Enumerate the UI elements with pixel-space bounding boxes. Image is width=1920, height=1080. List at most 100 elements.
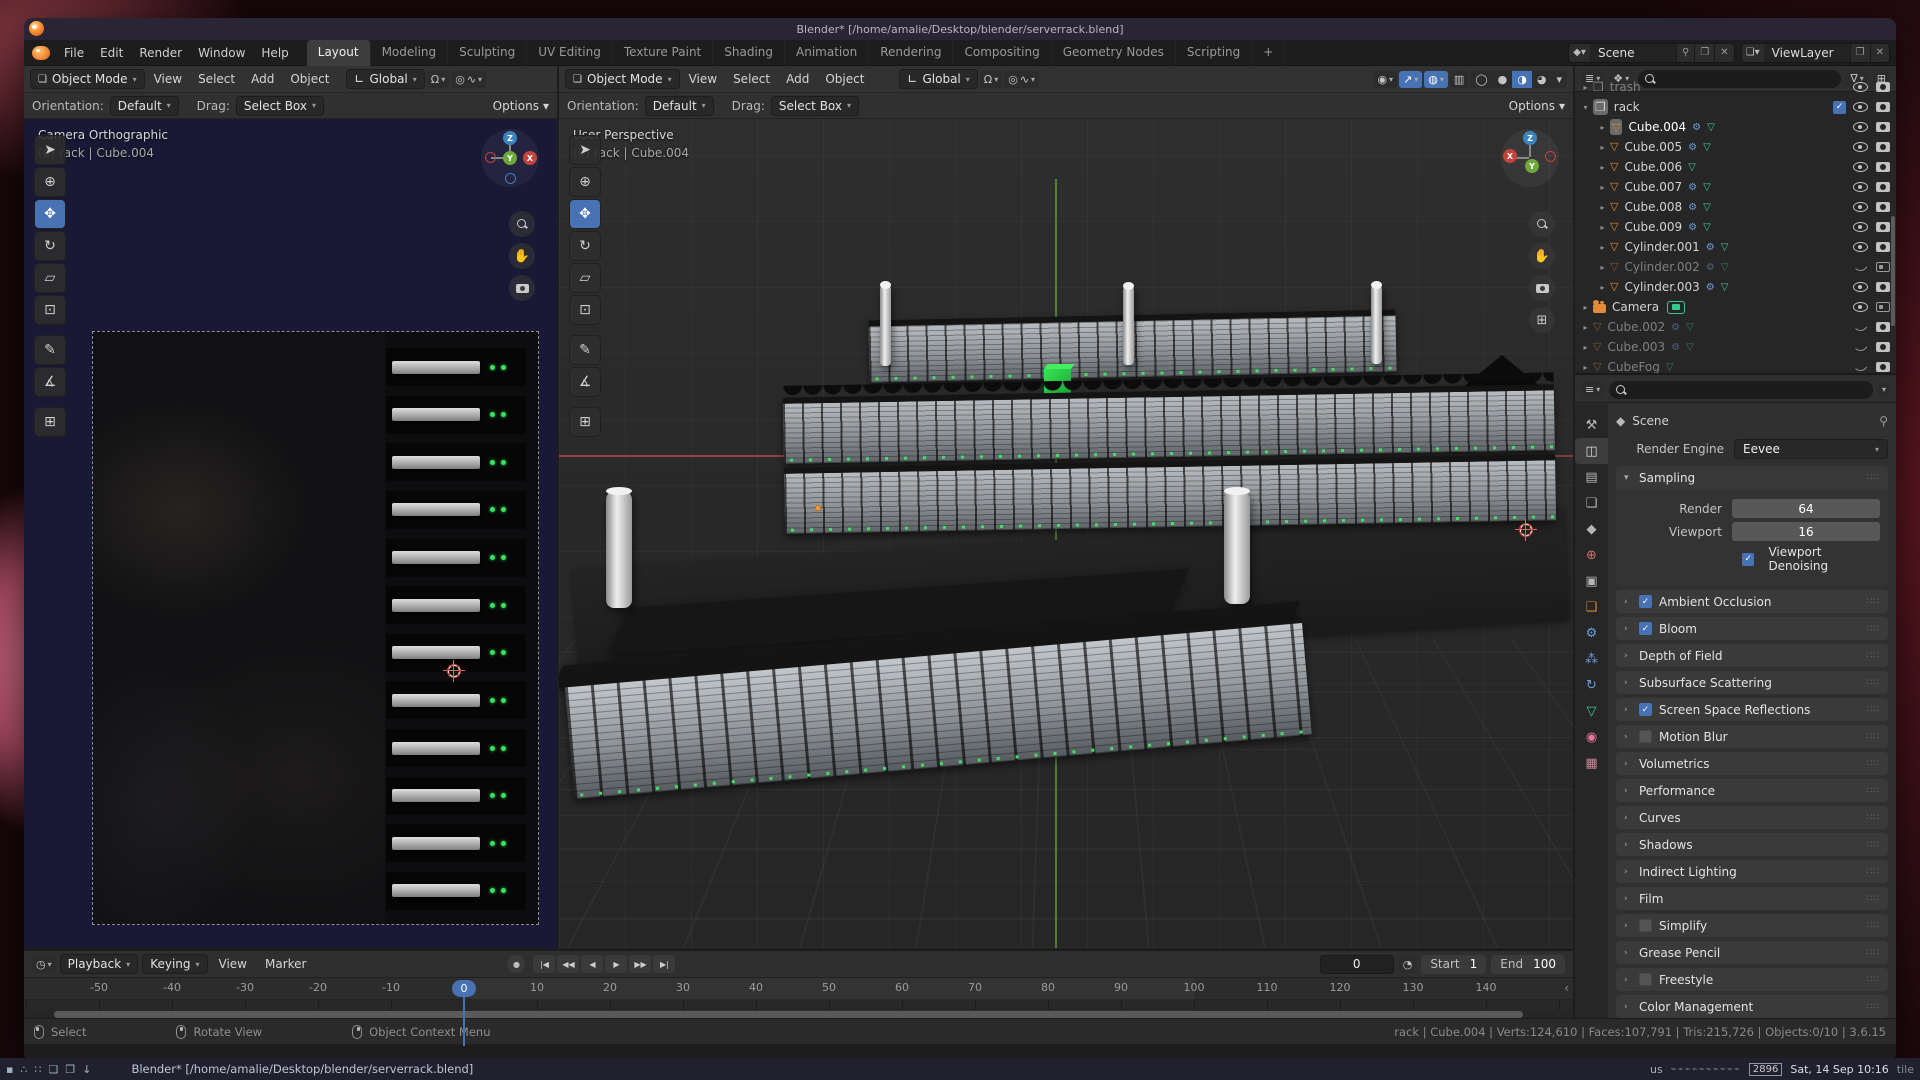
menu-help[interactable]: Help (253, 43, 296, 63)
outliner-row-cylinder.003[interactable]: ▸▽Cylinder.003⚙▽ (1575, 277, 1896, 297)
camera-view-icon[interactable] (509, 275, 535, 301)
cursor-tool[interactable]: ⊕ (34, 167, 66, 197)
expand-icon[interactable]: ▸ (1596, 223, 1609, 232)
properties-tab-view-layer[interactable]: ❏ (1575, 490, 1608, 516)
properties-tab-particles[interactable]: ⁂ (1575, 646, 1608, 672)
outliner-row-cube.003[interactable]: ▸▽Cube.003⚙▽ (1575, 337, 1896, 357)
transform-tool[interactable]: ⊡ (34, 295, 66, 325)
section-checkbox[interactable]: ✓ (1639, 730, 1652, 743)
outliner-scrollbar[interactable] (1891, 216, 1895, 326)
ts-drag-dropdown[interactable]: Select Box▾ (236, 96, 324, 116)
camera-view-canvas[interactable]: Camera Orthographic (0) rack | Cube.004 … (24, 119, 557, 948)
sampling-viewport-field[interactable]: 16 (1732, 522, 1880, 541)
axis-gizmo[interactable]: Z X Y (1501, 129, 1559, 187)
section-simplify[interactable]: ›✓Simplify∷∷ (1616, 914, 1888, 937)
expand-icon[interactable]: ▸ (1579, 363, 1592, 372)
render-toggle-icon[interactable] (1876, 142, 1890, 152)
render-toggle-icon[interactable] (1876, 342, 1890, 352)
properties-tab-object-data[interactable]: ▽ (1575, 698, 1608, 724)
scale-tool[interactable]: ▱ (34, 263, 66, 293)
orientation-dropdown[interactable]: ∟Global▾ (346, 69, 424, 89)
mode-dropdown[interactable]: ❏Object Mode▾ (30, 69, 145, 89)
taskbar-icon-5[interactable]: ↓ (82, 1063, 91, 1076)
pin-icon[interactable]: ⚲ (1879, 414, 1888, 428)
expand-icon[interactable]: ▾ (1579, 103, 1592, 112)
ts-drag-dropdown[interactable]: Select Box▾ (771, 96, 859, 116)
eye-toggle-icon[interactable] (1853, 202, 1868, 212)
outliner-row-cube.009[interactable]: ▸▽Cube.009⚙▽ (1575, 217, 1896, 237)
menu-view[interactable]: View (682, 69, 724, 89)
auto-key-record-button[interactable]: ● (507, 955, 525, 973)
expand-icon[interactable]: ▸ (1579, 343, 1592, 352)
outliner-row-camera[interactable]: ▸Camera (1575, 297, 1896, 317)
render-engine-dropdown[interactable]: Eevee▾ (1734, 439, 1888, 459)
transport-button-2[interactable]: ◀ (581, 955, 603, 973)
shading-rendered-icon[interactable]: ◕ (1532, 71, 1552, 88)
section-indirect-lighting[interactable]: ›Indirect Lighting∷∷ (1616, 860, 1888, 883)
section-freestyle[interactable]: ›✓Freestyle∷∷ (1616, 968, 1888, 991)
tab-texture-paint[interactable]: Texture Paint (613, 40, 713, 66)
properties-tab-collection[interactable]: ▣ (1575, 568, 1608, 594)
menu-select[interactable]: Select (726, 69, 777, 89)
tab--[interactable]: + (1252, 40, 1285, 66)
transform-tool[interactable]: ⊡ (569, 295, 601, 325)
eye-toggle-icon[interactable] (1853, 122, 1868, 132)
render-toggle-icon[interactable] (1876, 182, 1890, 192)
section-checkbox[interactable]: ✓ (1639, 973, 1652, 986)
frame-start-field[interactable]: Start1 (1421, 955, 1486, 974)
rotate-tool[interactable]: ↻ (34, 231, 66, 261)
eye-toggle-icon[interactable] (1853, 162, 1868, 172)
tab-compositing[interactable]: Compositing (953, 40, 1051, 66)
expand-icon[interactable]: ▸ (1596, 163, 1609, 172)
section-checkbox[interactable]: ✓ (1639, 595, 1652, 608)
viewport-denoising-checkbox[interactable]: ✓ (1742, 553, 1754, 566)
viewport-3d-canvas[interactable]: User Perspective (0) rack | Cube.004 ➤⊕✥… (559, 119, 1573, 948)
zoom-icon[interactable] (509, 211, 535, 237)
outliner-row-trash[interactable]: ▸❒trash (1575, 77, 1896, 97)
taskbar-icon-2[interactable]: ∷ (34, 1063, 41, 1076)
tab-uv-editing[interactable]: UV Editing (527, 40, 613, 66)
tweak-select-tool[interactable]: ➤ (569, 135, 601, 165)
axis-gizmo[interactable]: Z Y X (481, 129, 539, 187)
properties-options-icon[interactable]: ▾ (1878, 383, 1890, 396)
menu-edit[interactable]: Edit (92, 43, 131, 63)
pan-hand-icon[interactable]: ✋ (509, 243, 535, 269)
menu-object[interactable]: Object (283, 69, 336, 89)
render-toggle-icon[interactable] (1876, 322, 1890, 332)
properties-editor-type-icon[interactable]: ≡▾ (1581, 381, 1604, 398)
shading-dropdown-icon[interactable]: ▾ (1551, 71, 1567, 88)
timeline-editor-type-icon[interactable]: ◷▾ (32, 956, 56, 973)
options-dropdown[interactable]: Options▾ (493, 99, 549, 113)
outliner-row-cube.002[interactable]: ▸▽Cube.002⚙▽ (1575, 317, 1896, 337)
section-screen-space-reflections[interactable]: ›✓Screen Space Reflections∷∷ (1616, 698, 1888, 721)
tab-shading[interactable]: Shading (713, 40, 785, 66)
properties-tab-scene[interactable]: ◆ (1575, 516, 1608, 542)
menu-render[interactable]: Render (131, 43, 190, 63)
transport-button-4[interactable]: ▶▶ (629, 955, 651, 973)
orientation-dropdown[interactable]: ∟Global▾ (899, 69, 977, 89)
section-grease-pencil[interactable]: ›Grease Pencil∷∷ (1616, 941, 1888, 964)
section-ambient-occlusion[interactable]: ›✓Ambient Occlusion∷∷ (1616, 590, 1888, 613)
outliner-row-cylinder.002[interactable]: ▸▽Cylinder.002⚙▽ (1575, 257, 1896, 277)
sampling-panel-header[interactable]: ▾Sampling∷∷ (1616, 466, 1888, 489)
cursor-tool[interactable]: ⊕ (569, 167, 601, 197)
properties-tab-render[interactable]: ◫ (1575, 438, 1608, 464)
rotate-tool[interactable]: ↻ (569, 231, 601, 261)
blender-menu-icon[interactable] (32, 46, 50, 60)
render-toggle-icon[interactable] (1876, 122, 1890, 132)
eye-toggle-icon[interactable] (1853, 142, 1868, 152)
tab-geometry-nodes[interactable]: Geometry Nodes (1052, 40, 1176, 66)
menu-window[interactable]: Window (190, 43, 253, 63)
section-checkbox[interactable]: ✓ (1639, 622, 1652, 635)
tab-modeling[interactable]: Modeling (371, 40, 449, 66)
scene-pin-icon[interactable]: ⚲ (1676, 44, 1694, 62)
measure-tool[interactable]: ∡ (569, 367, 601, 397)
scene-copy-icon[interactable]: ❐ (1694, 44, 1714, 62)
timeline-marker-menu[interactable]: Marker (258, 954, 313, 974)
expand-icon[interactable]: ▸ (1596, 243, 1609, 252)
mode-dropdown[interactable]: ❏Object Mode▾ (565, 69, 680, 89)
playback-menu[interactable]: Playback▾ (60, 954, 139, 974)
tab-scripting[interactable]: Scripting (1176, 40, 1252, 66)
render-toggle-icon[interactable] (1876, 302, 1890, 312)
properties-tab-output[interactable]: ▤ (1575, 464, 1608, 490)
